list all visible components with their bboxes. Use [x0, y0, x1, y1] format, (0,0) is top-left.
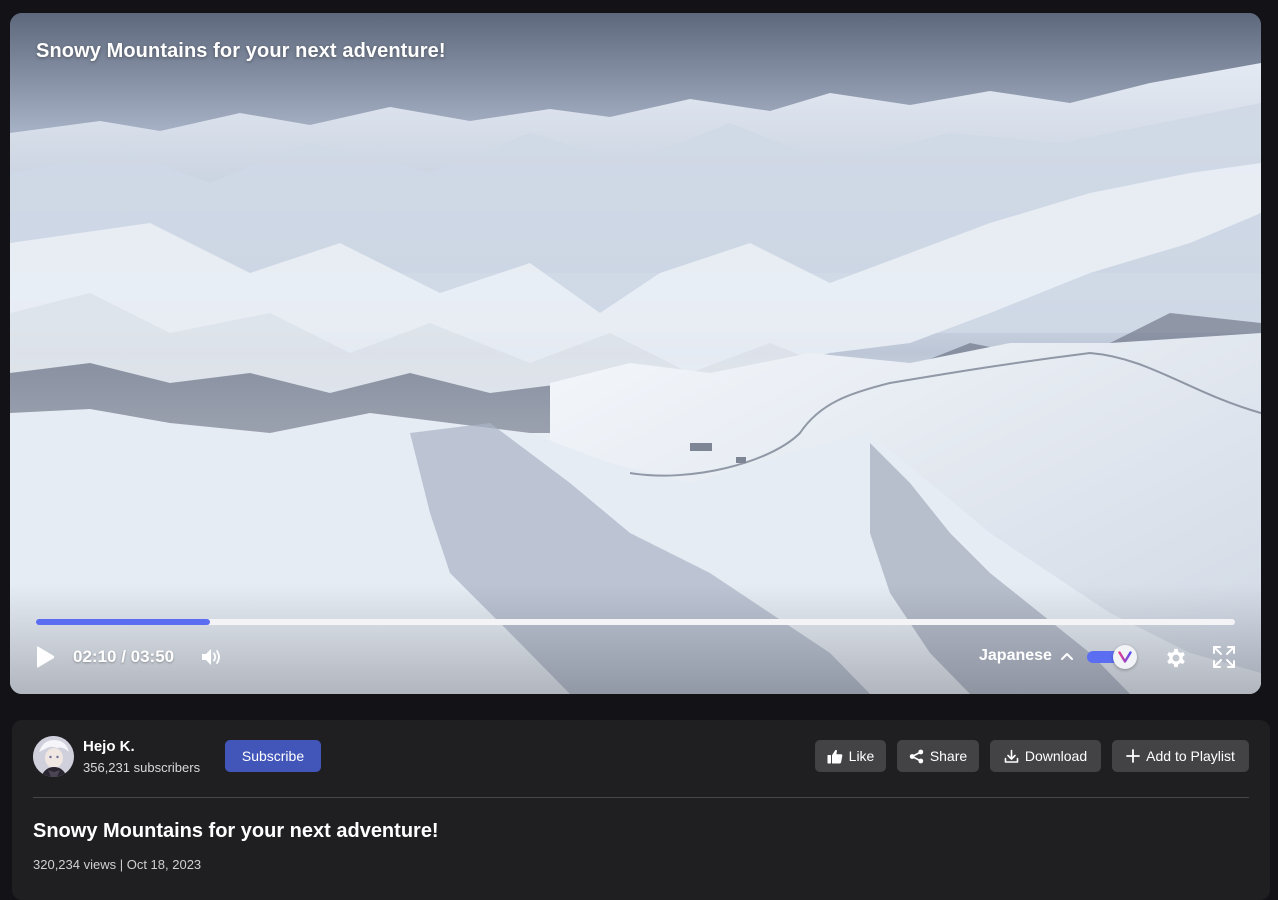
video-player[interactable]: Snowy Mountains for your next adventure!…	[10, 13, 1261, 694]
play-icon	[37, 646, 55, 668]
subscriber-count: 356,231 subscribers	[83, 760, 201, 775]
thumbs-up-icon	[827, 749, 843, 763]
like-label: Like	[848, 748, 875, 764]
download-button[interactable]: Download	[990, 740, 1101, 772]
plus-icon	[1126, 749, 1141, 763]
fullscreen-button[interactable]	[1211, 644, 1237, 670]
time-display: 02:10 / 03:50	[73, 647, 175, 666]
language-selector[interactable]: Japanese	[979, 647, 1074, 665]
chevron-up-icon	[1060, 653, 1073, 660]
subscribe-button[interactable]: Subscribe	[225, 740, 321, 772]
video-overlay-title: Snowy Mountains for your next adventure!	[36, 40, 446, 62]
language-label: Japanese	[979, 647, 1052, 664]
page-title: Snowy Mountains for your next adventure!	[33, 820, 439, 842]
add-to-playlist-button[interactable]: Add to Playlist	[1112, 740, 1249, 772]
playlist-label: Add to Playlist	[1146, 748, 1235, 764]
video-info-card: Hejo K. 356,231 subscribers Subscribe Li…	[12, 720, 1270, 900]
download-label: Download	[1024, 748, 1088, 764]
like-button[interactable]: Like	[815, 740, 886, 772]
volume-icon	[202, 649, 220, 665]
play-button[interactable]	[32, 643, 58, 671]
divider	[33, 797, 1249, 798]
share-button[interactable]: Share	[897, 740, 979, 772]
progress-bar[interactable]	[36, 619, 1235, 625]
gear-icon	[1167, 648, 1185, 668]
progress-fill	[36, 619, 210, 625]
share-label: Share	[929, 748, 968, 764]
fullscreen-icon	[1213, 646, 1235, 668]
subtitle-toggle[interactable]	[1087, 645, 1139, 669]
channel-name[interactable]: Hejo K.	[83, 738, 135, 755]
share-icon	[909, 749, 924, 763]
settings-button[interactable]	[1162, 644, 1190, 672]
controls-gradient	[10, 584, 1261, 694]
download-icon	[1004, 749, 1019, 763]
toggle-knob	[1113, 645, 1137, 669]
v-logo-icon	[1118, 651, 1132, 663]
avatar[interactable]	[33, 736, 74, 777]
video-meta: 320,234 views | Oct 18, 2023	[33, 857, 202, 872]
avatar-image	[33, 736, 74, 777]
volume-button[interactable]	[199, 645, 225, 669]
